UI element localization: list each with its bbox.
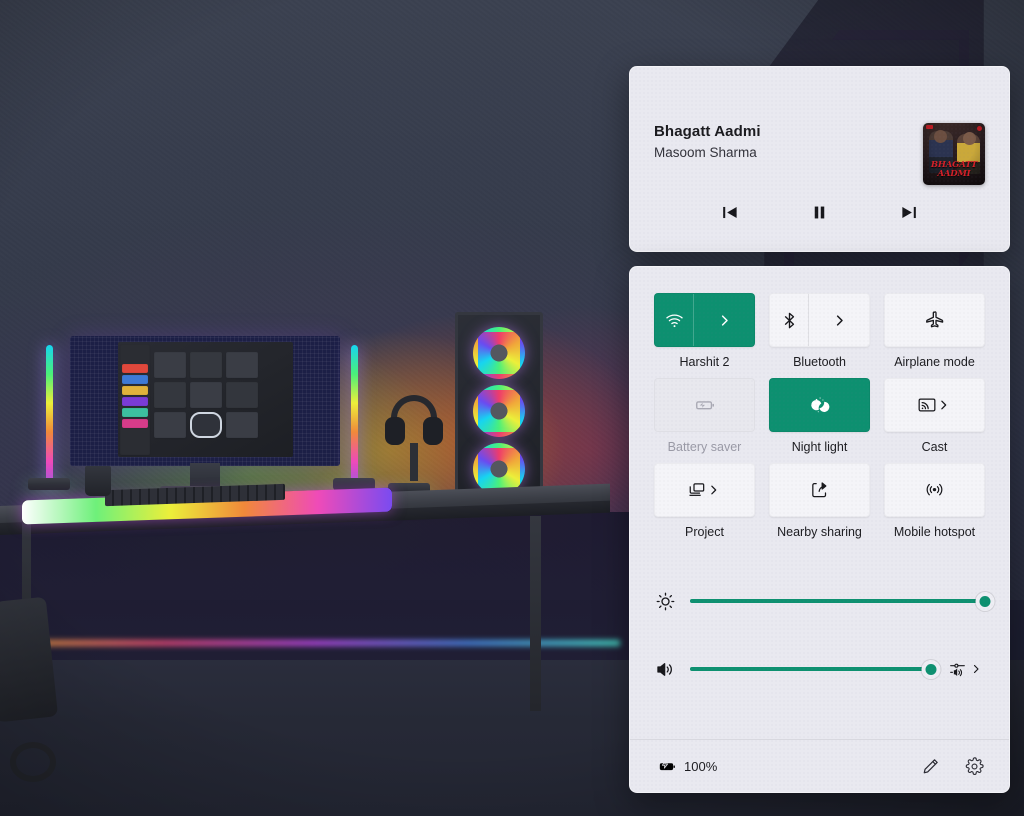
album-art-thumbnail: BHAGATT AADMI: [923, 123, 985, 185]
album-art-title-text: BHAGATT AADMI: [930, 160, 978, 179]
media-info-row: Bhagatt Aadmi Masoom Sharma BHAGATT AADM…: [654, 123, 985, 185]
battery-percent-label: 100%: [684, 758, 718, 774]
quick-setting-airplane-mode: Airplane mode: [884, 293, 985, 370]
quick-setting-wifi: Harshit 2: [654, 293, 755, 370]
project-expand-chevron[interactable]: [707, 484, 720, 497]
quick-setting-mobile-hotspot: Mobile hotspot: [884, 463, 985, 540]
project-tile-label: Project: [685, 525, 724, 539]
project-icon: [689, 483, 704, 496]
nearby-sharing-icon: [811, 482, 826, 498]
media-transport-controls: [630, 195, 1009, 229]
brightness-slider-row: [654, 587, 995, 615]
wifi-tile-label: Harshit 2: [679, 355, 730, 369]
volume-mixer-button[interactable]: [945, 656, 985, 682]
media-text-block: Bhagatt Aadmi Masoom Sharma: [654, 123, 761, 160]
quick-setting-nearby-sharing: Nearby sharing: [769, 463, 870, 540]
wifi-expand-button[interactable]: [694, 294, 754, 346]
next-icon: [902, 206, 916, 218]
hotspot-icon: [926, 483, 943, 495]
bluetooth-icon: [784, 312, 794, 328]
chevron-right-icon: [973, 664, 979, 674]
nearby-sharing-tile[interactable]: [769, 463, 870, 517]
airplane-icon: [925, 311, 943, 328]
next-track-button[interactable]: [889, 195, 931, 229]
quick-setting-night-light: Night light: [769, 378, 870, 455]
brightness-slider-knob[interactable]: [975, 591, 995, 611]
volume-slider[interactable]: [690, 658, 941, 680]
volume-mixer-icon: [950, 663, 965, 676]
cast-tile-label: Cast: [921, 440, 948, 454]
mobile-hotspot-tile-label: Mobile hotspot: [893, 525, 976, 539]
moon-icon: [810, 397, 829, 413]
media-track-title: Bhagatt Aadmi: [654, 123, 761, 140]
chevron-right-icon: [941, 400, 947, 410]
play-pause-button[interactable]: [799, 195, 841, 229]
wifi-icon: [665, 313, 683, 327]
cast-icon: [918, 398, 935, 412]
volume-slider-fill: [690, 667, 931, 671]
bluetooth-tile-label: Bluetooth: [793, 355, 846, 369]
volume-slider-knob[interactable]: [921, 659, 941, 679]
edit-quick-settings-button[interactable]: [913, 750, 947, 782]
battery-saver-tile-label: Battery saver: [667, 440, 742, 454]
chevron-right-icon: [711, 485, 717, 495]
quick-setting-cast: Cast: [884, 378, 985, 455]
airplane-mode-tile[interactable]: [884, 293, 985, 347]
media-flyout-panel: Bhagatt Aadmi Masoom Sharma BHAGATT AADM…: [629, 66, 1010, 252]
night-light-tile[interactable]: [769, 378, 870, 432]
night-light-tile-label: Night light: [791, 440, 848, 454]
nearby-sharing-tile-label: Nearby sharing: [777, 525, 862, 539]
previous-track-button[interactable]: [709, 195, 751, 229]
quick-settings-flyout-panel: Harshit 2 Bluetooth Airplane mode Batter…: [629, 266, 1010, 793]
brightness-slider[interactable]: [690, 590, 995, 612]
airplane-mode-tile-label: Airplane mode: [894, 355, 975, 369]
media-artist-name: Masoom Sharma: [654, 145, 757, 160]
desktop-screen: Bhagatt Aadmi Masoom Sharma BHAGATT AADM…: [0, 0, 1024, 816]
battery-status-button[interactable]: 100%: [652, 753, 723, 780]
bluetooth-tile[interactable]: [769, 293, 870, 347]
battery-saver-icon: [695, 401, 714, 410]
quick-settings-tile-grid: Harshit 2 Bluetooth Airplane mode Batter…: [654, 293, 985, 540]
mobile-hotspot-tile[interactable]: [884, 463, 985, 517]
brightness-icon: [654, 590, 676, 612]
cast-tile[interactable]: [884, 378, 985, 432]
bluetooth-toggle-button[interactable]: [770, 294, 808, 346]
pause-icon: [814, 206, 825, 218]
chevron-right-icon: [721, 314, 728, 326]
wifi-tile[interactable]: [654, 293, 755, 347]
battery-charging-icon: [659, 760, 675, 770]
project-tile[interactable]: [654, 463, 755, 517]
wifi-toggle-button[interactable]: [655, 294, 693, 346]
pencil-icon: [923, 758, 938, 773]
brightness-slider-fill: [690, 599, 985, 603]
quick-setting-battery-saver: Battery saver: [654, 378, 755, 455]
cast-expand-chevron[interactable]: [937, 399, 950, 412]
previous-icon: [723, 206, 737, 218]
bluetooth-expand-button[interactable]: [809, 294, 869, 346]
gear-icon: [965, 756, 984, 775]
quick-setting-bluetooth: Bluetooth: [769, 293, 870, 370]
quick-setting-project: Project: [654, 463, 755, 540]
chevron-right-icon: [836, 314, 843, 326]
quick-settings-footer: 100%: [630, 739, 1009, 792]
volume-slider-row: [654, 655, 985, 683]
volume-icon: [654, 658, 676, 680]
battery-saver-tile: [654, 378, 755, 432]
open-settings-button[interactable]: [957, 750, 991, 782]
